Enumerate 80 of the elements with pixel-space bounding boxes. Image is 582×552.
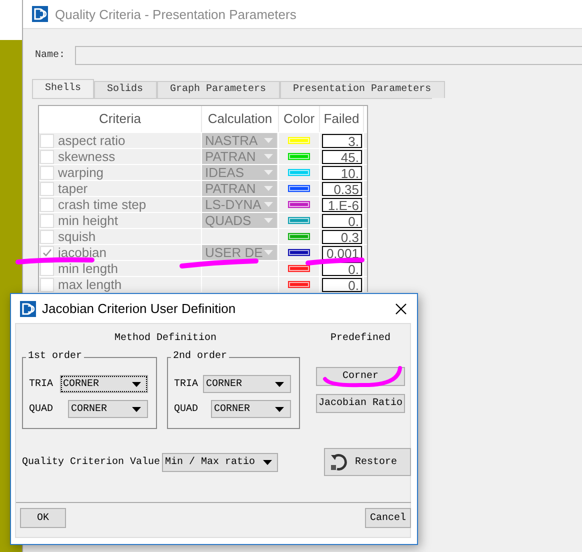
caret-icon bbox=[132, 382, 141, 386]
method-dropdown[interactable]: CORNER bbox=[60, 375, 148, 393]
criteria-label: aspect ratio bbox=[58, 133, 126, 148]
criteria-label: jacobian bbox=[58, 245, 106, 260]
failed-value-field[interactable]: 0.3 bbox=[322, 230, 362, 244]
field-label: QUAD bbox=[174, 404, 200, 414]
section-heading: Method Definition bbox=[113, 333, 218, 346]
app-logo-icon bbox=[20, 300, 36, 316]
dialog-button[interactable]: OK bbox=[20, 508, 66, 528]
dialog-title: Jacobian Criterion User Definition bbox=[42, 301, 237, 316]
criteria-label: warping bbox=[58, 165, 104, 180]
field-label: TRIA bbox=[29, 378, 54, 390]
color-swatch[interactable] bbox=[288, 185, 310, 192]
checkbox[interactable] bbox=[40, 230, 54, 244]
color-swatch[interactable] bbox=[288, 169, 310, 176]
checkbox[interactable] bbox=[40, 214, 54, 228]
restore-icon bbox=[329, 452, 350, 472]
method-dropdown[interactable]: CORNER bbox=[68, 400, 148, 418]
app-logo-icon bbox=[32, 6, 48, 22]
caret-icon bbox=[264, 250, 273, 255]
predefined-button[interactable]: Jacobian Ratio bbox=[316, 394, 405, 413]
criteria-label: skewness bbox=[58, 149, 116, 164]
color-swatch[interactable] bbox=[288, 233, 310, 240]
tab[interactable]: Shells bbox=[32, 79, 94, 98]
caret-icon bbox=[264, 218, 273, 223]
field-label: TRIA bbox=[174, 378, 200, 390]
caret-icon bbox=[264, 154, 273, 159]
close-icon[interactable] bbox=[395, 302, 407, 314]
checkbox[interactable] bbox=[40, 150, 54, 164]
criteria-label: crash time step bbox=[58, 197, 146, 212]
name-label: Name: bbox=[35, 50, 66, 61]
checkbox[interactable] bbox=[40, 166, 54, 180]
color-swatch[interactable] bbox=[288, 281, 310, 288]
method-dropdown[interactable]: CORNER bbox=[211, 400, 291, 418]
window-title: Quality Criteria - Presentation Parameters bbox=[55, 6, 296, 22]
caret-icon bbox=[275, 406, 284, 412]
color-swatch[interactable] bbox=[288, 137, 310, 144]
checkbox[interactable] bbox=[40, 134, 54, 148]
failed-value-field[interactable]: 3. bbox=[322, 134, 362, 148]
color-swatch[interactable] bbox=[288, 265, 310, 272]
caret-icon bbox=[263, 460, 272, 464]
tab[interactable]: Presentation Parameters bbox=[280, 81, 446, 98]
restore-button[interactable]: Restore bbox=[324, 448, 412, 476]
highlight-stroke bbox=[306, 258, 364, 266]
failed-value-field[interactable]: 45. bbox=[322, 150, 362, 164]
criteria-label: min length bbox=[58, 261, 118, 276]
field-label: QUAD bbox=[29, 404, 54, 414]
caret-icon bbox=[264, 202, 273, 207]
color-swatch[interactable] bbox=[288, 249, 310, 256]
color-swatch[interactable] bbox=[288, 217, 310, 224]
criteria-label: min height bbox=[58, 213, 118, 228]
check-icon bbox=[42, 248, 52, 258]
criteria-label: max length bbox=[58, 277, 122, 292]
method-dropdown[interactable]: CORNER bbox=[203, 375, 291, 393]
checkbox[interactable] bbox=[40, 198, 54, 212]
checkbox[interactable] bbox=[40, 262, 54, 276]
caret-icon bbox=[264, 170, 273, 175]
checkbox[interactable] bbox=[40, 182, 54, 196]
criteria-label: squish bbox=[58, 229, 96, 244]
caret-icon bbox=[132, 406, 141, 412]
failed-value-field[interactable]: 0.35 bbox=[322, 182, 362, 196]
quality-value-dropdown[interactable]: Min / Max ratio bbox=[162, 452, 278, 472]
color-swatch[interactable] bbox=[288, 153, 310, 160]
checkbox[interactable] bbox=[40, 278, 54, 292]
section-heading: Predefined bbox=[330, 333, 390, 346]
name-field[interactable] bbox=[75, 46, 582, 65]
failed-value-field[interactable]: 0. bbox=[322, 278, 362, 292]
failed-value-field[interactable]: 1.E-6 bbox=[322, 198, 362, 212]
tab[interactable]: Solids bbox=[94, 81, 158, 98]
dialog-button[interactable]: Cancel bbox=[365, 508, 411, 528]
failed-value-field[interactable]: 0.001 bbox=[322, 246, 362, 260]
quality-value-label: Quality Criterion Value bbox=[22, 456, 160, 468]
caret-icon bbox=[264, 186, 273, 191]
tab[interactable]: Graph Parameters bbox=[157, 81, 280, 98]
failed-value-field[interactable]: 10. bbox=[322, 166, 362, 180]
caret-icon bbox=[275, 382, 284, 386]
color-swatch[interactable] bbox=[288, 201, 310, 208]
caret-icon bbox=[264, 138, 273, 143]
failed-value-field[interactable]: 0. bbox=[322, 214, 362, 228]
criteria-label: taper bbox=[58, 181, 88, 196]
